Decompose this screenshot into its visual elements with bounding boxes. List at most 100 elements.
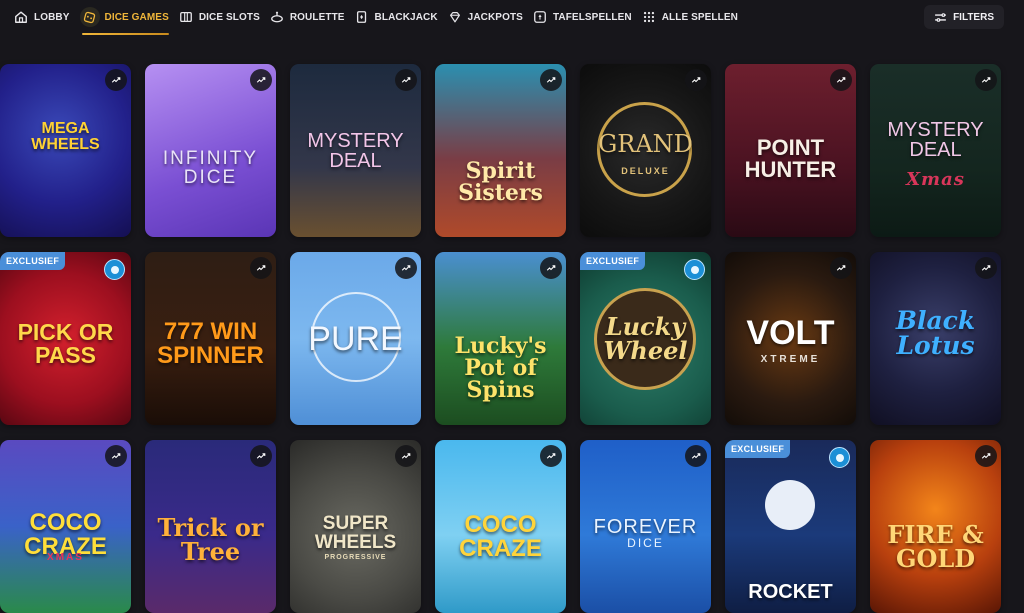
exclusive-badge: EXCLUSIEF — [725, 440, 791, 458]
game-title: COCO CRAZE — [459, 510, 542, 562]
exclusive-badge: EXCLUSIEF — [580, 252, 646, 270]
game-title: Lucky's Pot of Spins — [454, 332, 547, 403]
nav-item-jackpots[interactable]: JACKPOTS — [448, 0, 523, 34]
slots-icon — [179, 10, 193, 24]
nav-item-dice-slots[interactable]: DICE SLOTS — [179, 0, 260, 34]
game-tile-volt-xtreme[interactable]: VOLT XTREME — [725, 252, 856, 425]
game-tile-grand-deluxe[interactable]: GRAND DELUXE — [580, 64, 711, 237]
grid-icon — [642, 10, 656, 24]
game-tile-pure[interactable]: PURE — [290, 252, 421, 425]
nav-item-label: TAFELSPELLEN — [552, 11, 632, 23]
game-subtitle: Xmas — [906, 169, 965, 190]
game-title: FOREVER — [593, 515, 698, 538]
game-tile-pick-or-pass[interactable]: EXCLUSIEF PICK OR PASS — [0, 252, 131, 425]
favorite-icon[interactable] — [540, 445, 562, 467]
game-tile-point-hunter[interactable]: POINT HUNTER — [725, 64, 856, 237]
provider-icon — [684, 259, 705, 280]
game-tile-spirit-sisters[interactable]: Spirit Sisters — [435, 64, 566, 237]
game-subtitle: DELUXE — [621, 166, 670, 176]
favorite-icon[interactable] — [830, 257, 852, 279]
favorite-icon[interactable] — [395, 69, 417, 91]
game-tile-rocket[interactable]: EXCLUSIEF ROCKET — [725, 440, 856, 613]
diamond-icon — [448, 10, 462, 24]
nav-item-label: ALLE SPELLEN — [661, 11, 738, 23]
card-icon — [355, 10, 369, 24]
dice-icon — [79, 7, 100, 27]
game-title: MYSTERY DEAL — [307, 129, 404, 172]
game-subtitle: PROGRESSIVE — [324, 554, 387, 561]
game-title: Lucky Wheel — [603, 311, 688, 365]
provider-icon — [104, 259, 125, 280]
game-tile-777-win-spinner[interactable]: 777 WIN SPINNER — [145, 252, 276, 425]
favorite-icon[interactable] — [975, 257, 997, 279]
nav-item-blackjack[interactable]: BLACKJACK — [355, 0, 438, 34]
nav-item-lobby[interactable]: LOBBY — [14, 0, 70, 34]
favorite-icon[interactable] — [395, 445, 417, 467]
favorite-icon[interactable] — [250, 257, 272, 279]
table-games-icon — [533, 10, 547, 24]
game-title: Spirit Sisters — [458, 157, 543, 206]
game-title: INFINITY DICE — [162, 147, 259, 188]
nav-item-label: DICE SLOTS — [198, 11, 260, 23]
game-tile-infinity-dice[interactable]: INFINITY DICE — [145, 64, 276, 237]
favorite-icon[interactable] — [685, 445, 707, 467]
filters-button[interactable]: FILTERS — [924, 5, 1004, 29]
nav-item-alle-spellen[interactable]: ALLE SPELLEN — [642, 0, 738, 34]
nav-item-tafelspellen[interactable]: TAFELSPELLEN — [533, 0, 632, 34]
game-title: SUPER WHEELS — [314, 513, 397, 554]
favorite-icon[interactable] — [395, 257, 417, 279]
game-title: VOLT — [746, 314, 835, 353]
nav-item-label: DICE GAMES — [104, 11, 169, 23]
game-subtitle: DICE — [627, 536, 664, 550]
favorite-icon[interactable] — [685, 69, 707, 91]
game-title: Trick or Tree — [157, 513, 264, 567]
favorite-icon[interactable] — [975, 445, 997, 467]
favorite-icon[interactable] — [540, 69, 562, 91]
favorite-icon[interactable] — [830, 69, 852, 91]
exclusive-badge: EXCLUSIEF — [0, 252, 66, 270]
game-title: GRAND — [598, 129, 693, 158]
nav-item-dice-games[interactable]: DICE GAMES — [79, 0, 170, 35]
game-title: PICK OR PASS — [17, 318, 114, 368]
game-title: ROCKET — [748, 581, 833, 604]
favorite-icon[interactable] — [250, 69, 272, 91]
astronaut-helmet — [765, 480, 815, 530]
favorite-icon[interactable] — [250, 445, 272, 467]
game-tile-black-lotus[interactable]: Black Lotus — [870, 252, 1001, 425]
favorite-icon[interactable] — [105, 445, 127, 467]
favorite-icon[interactable] — [105, 69, 127, 91]
category-nav: LOBBY DICE GAMES DICE SLOTS ROULETTE BLA… — [0, 0, 748, 35]
game-subtitle: XTREME — [760, 354, 821, 365]
game-tile-mystery-deal[interactable]: MYSTERY DEAL — [290, 64, 421, 237]
game-tile-coco-craze[interactable]: COCO CRAZE — [435, 440, 566, 613]
game-tile-fire-and-gold[interactable]: FIRE & GOLD — [870, 440, 1001, 613]
game-tile-luckys-pot-of-spins[interactable]: Lucky's Pot of Spins — [435, 252, 566, 425]
home-icon — [14, 10, 28, 24]
nav-item-label: ROULETTE — [289, 11, 345, 23]
nav-item-label: JACKPOTS — [467, 11, 523, 23]
game-title: POINT HUNTER — [744, 135, 837, 183]
nav-item-roulette[interactable]: ROULETTE — [270, 0, 345, 34]
game-subtitle: XMAS — [47, 552, 84, 563]
top-navigation-bar: LOBBY DICE GAMES DICE SLOTS ROULETTE BLA… — [0, 0, 1024, 35]
nav-item-label: BLACKJACK — [374, 11, 438, 23]
nav-item-label: LOBBY — [34, 11, 70, 23]
game-grid: MEGA WHEELS INFINITY DICE MYSTERY DEAL S… — [0, 64, 1024, 613]
game-tile-trick-or-tree[interactable]: Trick or Tree — [145, 440, 276, 613]
game-title: MEGA WHEELS — [31, 119, 100, 153]
game-title: 777 WIN SPINNER — [157, 317, 264, 369]
game-tile-mystery-deal-xmas[interactable]: MYSTERY DEAL Xmas — [870, 64, 1001, 237]
game-tile-lucky-wheel[interactable]: EXCLUSIEF Lucky Wheel — [580, 252, 711, 425]
game-tile-forever-dice[interactable]: FOREVER DICE — [580, 440, 711, 613]
game-title: MYSTERY DEAL — [887, 119, 984, 162]
favorite-icon[interactable] — [540, 257, 562, 279]
sliders-icon — [934, 11, 953, 24]
roulette-icon — [270, 10, 284, 24]
favorite-icon[interactable] — [975, 69, 997, 91]
game-title: FIRE & GOLD — [887, 520, 984, 574]
game-tile-coco-craze-xmas[interactable]: COCO CRAZE XMAS — [0, 440, 131, 613]
game-tile-mega-wheels[interactable]: MEGA WHEELS — [0, 64, 131, 237]
game-tile-super-wheels[interactable]: SUPER WHEELS PROGRESSIVE — [290, 440, 421, 613]
game-title: PURE — [308, 319, 403, 358]
game-title: Black Lotus — [895, 306, 976, 361]
